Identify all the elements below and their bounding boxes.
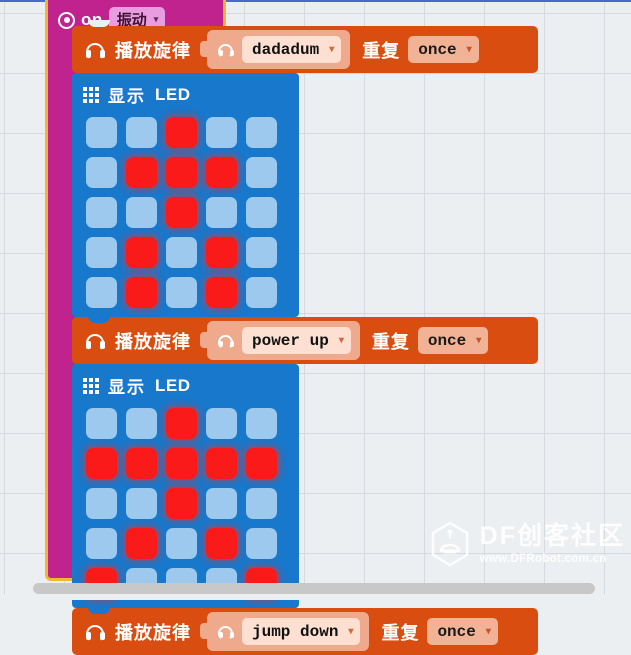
block-show-leds-2[interactable]: 显示 LED — [72, 364, 299, 614]
led-pixel-3-3[interactable] — [166, 488, 197, 519]
block-play-melody-1[interactable]: 播放旋律 dadadum ▾ 重复 once ▾ — [72, 20, 538, 79]
horizontal-scrollbar-thumb[interactable] — [33, 583, 595, 594]
led-pixel-1-2[interactable] — [126, 117, 157, 148]
led-pixel-3-5[interactable] — [246, 488, 277, 519]
chevron-down-icon: ▾ — [348, 626, 354, 638]
chevron-down-icon: ▾ — [485, 626, 491, 638]
led-pixel-1-1[interactable] — [86, 408, 117, 439]
repeat-label-2: 重复 — [371, 331, 410, 352]
led-pixel-4-3[interactable] — [166, 528, 197, 559]
led-pixel-4-2[interactable] — [126, 237, 157, 268]
repeat-dropdown-1[interactable]: once ▾ — [408, 36, 479, 63]
led-pixel-4-2[interactable] — [126, 528, 157, 559]
repeat-dropdown-2[interactable]: once ▾ — [417, 327, 489, 354]
grid-icon — [83, 377, 99, 394]
led-pixel-4-1[interactable] — [86, 528, 117, 559]
led-pixel-3-4[interactable] — [206, 488, 237, 519]
led-pixel-4-4[interactable] — [206, 237, 237, 268]
play-melody-label-1: 播放旋律 — [115, 40, 191, 61]
melody-dropdown-3[interactable]: jump down ▾ — [242, 618, 361, 645]
led-pixel-3-3[interactable] — [166, 197, 197, 228]
melody-picker-1[interactable]: dadadum ▾ — [199, 30, 351, 69]
led-pixel-2-4[interactable] — [206, 157, 237, 188]
led-pixel-1-4[interactable] — [206, 117, 237, 148]
show-leds-label-en-1: LED — [155, 84, 191, 104]
headphone-icon — [217, 623, 235, 641]
show-leds-label-cn-2: 显示 — [108, 378, 146, 397]
chevron-down-icon: ▾ — [338, 335, 344, 347]
led-pixel-2-5[interactable] — [246, 448, 277, 479]
led-pixel-5-4[interactable] — [206, 277, 237, 308]
led-pixel-3-1[interactable] — [86, 488, 117, 519]
melody-picker-2[interactable]: power up ▾ — [200, 321, 360, 360]
melody-picker-3[interactable]: jump down ▾ — [199, 612, 370, 651]
repeat-value-2: once — [427, 331, 467, 350]
led-pixel-5-2[interactable] — [126, 277, 157, 308]
led-pixel-2-1[interactable] — [86, 157, 117, 188]
led-pixel-1-4[interactable] — [206, 408, 237, 439]
led-pixel-2-2[interactable] — [126, 157, 157, 188]
grid-icon — [83, 86, 99, 103]
led-pixel-4-4[interactable] — [206, 528, 237, 559]
led-pixel-3-1[interactable] — [86, 197, 117, 228]
led-matrix-2[interactable] — [72, 403, 299, 599]
led-pixel-2-3[interactable] — [166, 157, 197, 188]
headphone-icon — [84, 621, 106, 643]
led-pixel-4-5[interactable] — [246, 237, 277, 268]
chevron-down-icon: ▾ — [476, 335, 482, 347]
block-stack: 播放旋律 dadadum ▾ 重复 once ▾ 显示 LED 播放旋律 pow… — [72, 0, 538, 655]
block-notch-bottom — [88, 316, 110, 323]
led-matrix-1[interactable] — [72, 112, 299, 308]
chevron-down-icon: ▾ — [466, 44, 472, 56]
bottom-filler — [0, 594, 631, 600]
melody-value-1: dadadum — [252, 40, 320, 59]
led-pixel-4-5[interactable] — [246, 528, 277, 559]
led-pixel-2-2[interactable] — [126, 448, 157, 479]
repeat-value-1: once — [418, 40, 457, 59]
led-pixel-3-2[interactable] — [126, 488, 157, 519]
repeat-dropdown-3[interactable]: once ▾ — [427, 618, 498, 645]
led-pixel-3-2[interactable] — [126, 197, 157, 228]
led-pixel-4-3[interactable] — [166, 237, 197, 268]
show-leds-header-2: 显示 LED — [72, 371, 299, 403]
led-pixel-3-5[interactable] — [246, 197, 277, 228]
led-pixel-3-4[interactable] — [206, 197, 237, 228]
led-pixel-1-5[interactable] — [246, 408, 277, 439]
melody-dropdown-1[interactable]: dadadum ▾ — [242, 36, 342, 63]
headphone-icon — [84, 39, 106, 61]
led-pixel-4-1[interactable] — [86, 237, 117, 268]
repeat-label-1: 重复 — [362, 40, 401, 61]
repeat-value-3: once — [437, 622, 476, 641]
show-leds-label-en-2: LED — [155, 375, 191, 395]
show-leds-label-cn-1: 显示 — [108, 87, 146, 106]
headphone-icon — [217, 332, 235, 350]
led-pixel-2-3[interactable] — [166, 448, 197, 479]
repeat-label-3: 重复 — [381, 622, 420, 643]
led-pixel-1-1[interactable] — [86, 117, 117, 148]
block-notch-top — [88, 20, 110, 27]
led-pixel-1-5[interactable] — [246, 117, 277, 148]
block-notch-bottom — [88, 607, 110, 614]
show-leds-header-1: 显示 LED — [72, 80, 299, 112]
play-melody-label-3: 播放旋律 — [115, 622, 191, 643]
headphone-icon — [84, 330, 106, 352]
led-pixel-5-5[interactable] — [246, 277, 277, 308]
led-pixel-2-1[interactable] — [86, 448, 117, 479]
headphone-icon — [217, 41, 235, 59]
led-pixel-2-5[interactable] — [246, 157, 277, 188]
led-pixel-2-4[interactable] — [206, 448, 237, 479]
block-show-leds-1[interactable]: 显示 LED — [72, 73, 299, 323]
block-play-melody-3[interactable]: 播放旋律 jump down ▾ 重复 once ▾ — [72, 608, 538, 655]
led-pixel-1-3[interactable] — [166, 408, 197, 439]
led-pixel-1-2[interactable] — [126, 408, 157, 439]
melody-value-3: jump down — [252, 622, 339, 641]
play-melody-label-2: 播放旋律 — [115, 331, 191, 352]
melody-value-2: power up — [252, 331, 329, 350]
led-pixel-5-1[interactable] — [86, 277, 117, 308]
melody-dropdown-2[interactable]: power up ▾ — [242, 327, 351, 354]
led-pixel-5-3[interactable] — [166, 277, 197, 308]
led-pixel-1-3[interactable] — [166, 117, 197, 148]
block-play-melody-2[interactable]: 播放旋律 power up ▾ 重复 once ▾ — [72, 317, 538, 370]
chevron-down-icon: ▾ — [329, 44, 335, 56]
